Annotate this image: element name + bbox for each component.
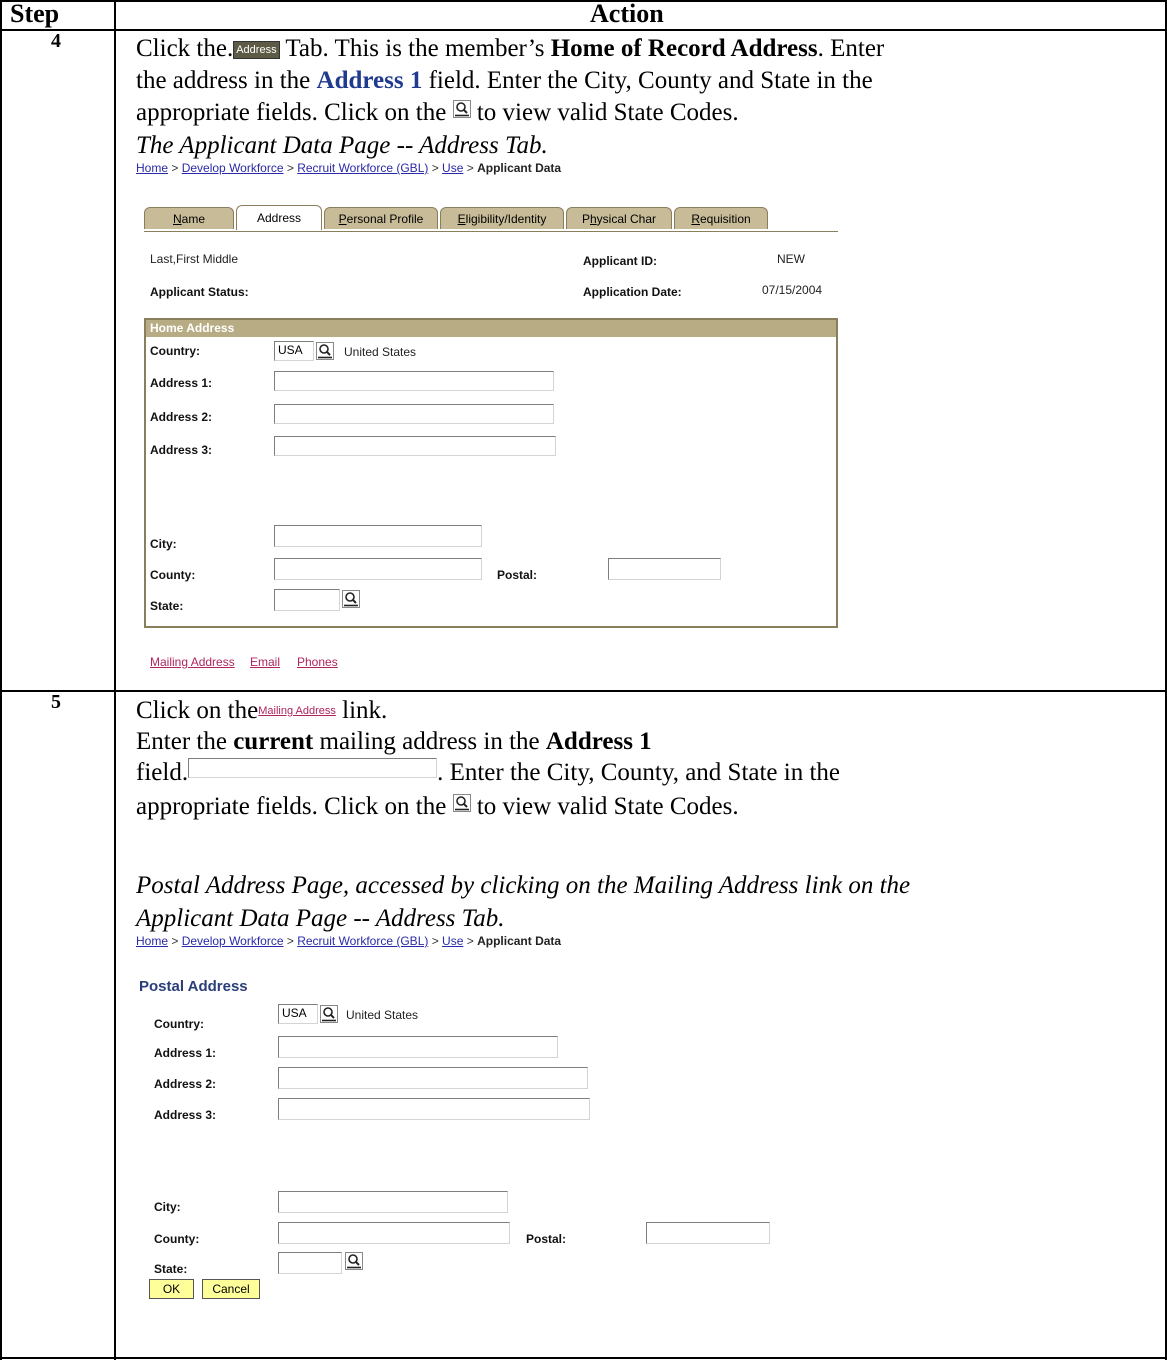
breadcrumb-home[interactable]: Home xyxy=(136,934,168,948)
step5-caption-line1: Postal Address Page, accessed by clickin… xyxy=(136,872,911,899)
cancel-button[interactable]: Cancel xyxy=(202,1279,260,1299)
breadcrumb-current: Applicant Data xyxy=(477,934,562,948)
home-address-group: Home Address xyxy=(144,318,838,628)
address1-field[interactable] xyxy=(274,371,554,391)
application-date-value: 07/15/2004 xyxy=(762,283,823,297)
address1-label: Address 1: xyxy=(154,1046,217,1060)
country-lookup-icon[interactable] xyxy=(316,342,334,360)
table-border-top xyxy=(0,0,1167,2)
table-border-header xyxy=(0,29,1167,31)
email-link[interactable]: Email xyxy=(250,655,280,669)
state-label: State: xyxy=(150,599,184,613)
state-lookup-icon[interactable] xyxy=(342,590,360,608)
state-field[interactable] xyxy=(274,589,340,611)
step4-caption: The Applicant Data Page -- Address Tab. xyxy=(136,132,548,159)
postal-field[interactable] xyxy=(646,1222,770,1244)
county-label: County: xyxy=(150,568,196,582)
address3-field[interactable] xyxy=(278,1098,590,1120)
breadcrumb-recruit-workforce[interactable]: Recruit Workforce (GBL) xyxy=(297,161,428,175)
country-lookup-icon[interactable] xyxy=(320,1005,338,1023)
table-border-left xyxy=(0,0,2,1360)
address1-label: Address 1: xyxy=(150,376,213,390)
tab-eligibility-identity[interactable]: Eligibility/Identity xyxy=(440,207,564,229)
lookup-icon xyxy=(452,100,471,118)
tab-address[interactable]: Address xyxy=(236,205,322,230)
address2-field[interactable] xyxy=(274,404,554,424)
step5-line2: Enter the current mailing address in the… xyxy=(136,728,652,755)
county-label: County: xyxy=(154,1232,200,1246)
tab-bar: Name Address Personal Profile Eligibilit… xyxy=(144,205,838,232)
step5-line3: field.. Enter the City, County, and Stat… xyxy=(136,758,841,786)
table-border-row xyxy=(0,690,1167,692)
country-description: United States xyxy=(346,1008,419,1022)
home-address-title: Home Address xyxy=(146,320,836,337)
address3-field[interactable] xyxy=(274,436,556,456)
step5-caption-line2: Applicant Data Page -- Address Tab. xyxy=(136,905,505,932)
tab-name[interactable]: Name xyxy=(144,207,234,229)
country-label: Country: xyxy=(150,344,200,358)
header-action: Action xyxy=(590,0,664,28)
postal-label: Postal: xyxy=(497,568,538,582)
table-border-mid xyxy=(114,0,116,1360)
breadcrumb: Home > Develop Workforce > Recruit Workf… xyxy=(136,161,562,175)
step4-line2: the address in the Address 1 field. Ente… xyxy=(136,67,873,94)
step5-line1: Click on theMailing Address link. xyxy=(136,697,388,724)
county-field[interactable] xyxy=(278,1222,510,1244)
address3-label: Address 3: xyxy=(154,1108,217,1122)
address3-label: Address 3: xyxy=(150,443,213,457)
applicant-status-label: Applicant Status: xyxy=(150,285,249,299)
breadcrumb-develop-workforce[interactable]: Develop Workforce xyxy=(182,161,284,175)
lookup-icon xyxy=(452,794,471,812)
breadcrumb-home[interactable]: Home xyxy=(136,161,168,175)
mailing-address-link-icon: Mailing Address xyxy=(258,705,336,717)
breadcrumb-develop-workforce[interactable]: Develop Workforce xyxy=(182,934,284,948)
application-date-label: Application Date: xyxy=(583,285,682,299)
mailing-address-link[interactable]: Mailing Address xyxy=(150,655,235,669)
state-lookup-icon[interactable] xyxy=(345,1252,363,1270)
breadcrumb: Home > Develop Workforce > Recruit Workf… xyxy=(136,934,562,948)
address1-field[interactable] xyxy=(278,1036,558,1058)
page-title: Postal Address xyxy=(139,978,248,995)
postal-field[interactable] xyxy=(608,558,721,580)
address2-label: Address 2: xyxy=(154,1077,217,1091)
breadcrumb-current: Applicant Data xyxy=(477,161,562,175)
table-border-bottom xyxy=(0,1357,1167,1359)
applicant-id-value: NEW xyxy=(777,252,805,266)
address2-field[interactable] xyxy=(278,1067,588,1089)
breadcrumb-use[interactable]: Use xyxy=(442,934,463,948)
city-label: City: xyxy=(154,1200,181,1214)
step-number: 4 xyxy=(51,30,61,52)
tab-personal-profile[interactable]: Personal Profile xyxy=(324,207,438,229)
ok-button[interactable]: OK xyxy=(149,1279,194,1299)
country-label: Country: xyxy=(154,1017,204,1031)
breadcrumb-use[interactable]: Use xyxy=(442,161,463,175)
step4-line3: appropriate fields. Click on the to view… xyxy=(136,99,739,126)
country-field[interactable]: USA xyxy=(274,341,314,361)
applicant-name: Last,First Middle xyxy=(150,252,239,266)
step5-line4: appropriate fields. Click on the to view… xyxy=(136,793,739,820)
address-tab-icon: Address xyxy=(233,41,280,59)
phones-link[interactable]: Phones xyxy=(297,655,338,669)
country-field[interactable]: USA xyxy=(278,1004,318,1024)
tab-baseline xyxy=(144,231,838,232)
header-step: Step xyxy=(10,0,60,28)
address2-label: Address 2: xyxy=(150,410,213,424)
country-description: United States xyxy=(344,345,417,359)
postal-label: Postal: xyxy=(526,1232,567,1246)
tab-physical-char[interactable]: Ph ysical Char xyxy=(566,207,672,229)
step4-line1: Click the. Address Tab. This is the membe… xyxy=(136,35,885,62)
step-number: 5 xyxy=(51,691,61,713)
county-field[interactable] xyxy=(274,558,482,580)
applicant-id-label: Applicant ID: xyxy=(583,254,657,268)
address1-field-icon xyxy=(188,758,438,778)
city-label: City: xyxy=(150,537,177,551)
state-label: State: xyxy=(154,1262,188,1276)
breadcrumb-recruit-workforce[interactable]: Recruit Workforce (GBL) xyxy=(297,934,428,948)
state-field[interactable] xyxy=(278,1252,342,1274)
city-field[interactable] xyxy=(278,1191,508,1213)
tab-requisition[interactable]: Requisition xyxy=(674,207,768,229)
city-field[interactable] xyxy=(274,525,482,547)
